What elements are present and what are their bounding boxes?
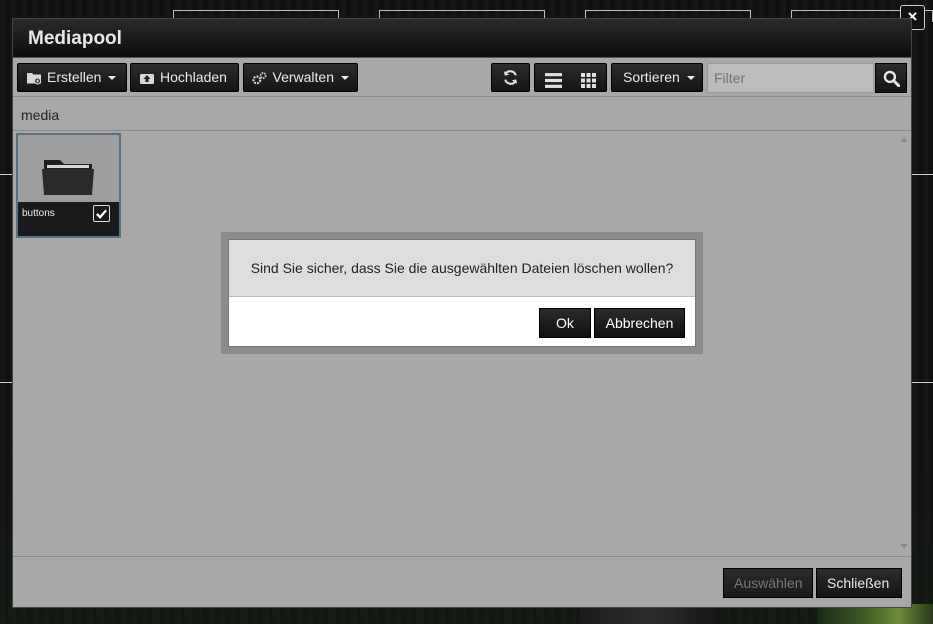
create-button[interactable]: Erstellen [17,63,127,92]
confirm-dialog-backdrop: Sind Sie sicher, dass Sie die ausgewählt… [221,232,703,354]
folder-icon [42,160,94,195]
manage-button[interactable]: Verwalten [243,63,358,92]
check-icon [96,209,107,219]
background-line [912,382,933,383]
confirm-message: Sind Sie sicher, dass Sie die ausgewählt… [229,240,695,297]
confirm-dialog: Sind Sie sicher, dass Sie die ausgewählt… [228,239,696,347]
scroll-down-arrow[interactable] [900,544,908,549]
filter-input[interactable] [707,63,874,93]
create-label: Erstellen [47,69,102,85]
gears-icon [252,71,267,84]
chevron-down-icon [108,75,117,80]
ok-button[interactable]: Ok [539,308,591,338]
select-button[interactable]: Auswählen [723,568,813,598]
folder-name: buttons [22,208,55,219]
list-view-button[interactable] [545,70,562,97]
grid-view-button[interactable] [581,70,596,97]
background-line [0,174,12,175]
upload-label: Hochladen [160,69,227,85]
grid-view-icon [581,73,596,88]
scroll-up-arrow[interactable] [900,137,908,142]
close-button[interactable]: Schließen [816,568,902,598]
search-icon [883,70,900,87]
scrollbar[interactable] [897,131,911,555]
toolbar: Erstellen Hochladen Verwalten Sortieren … [13,59,911,97]
divider [13,556,911,557]
search-button[interactable] [875,63,907,93]
folder-tile[interactable]: buttons [16,133,121,238]
sort-button[interactable]: Sortieren [611,63,703,92]
dialog-title: Mediapool [28,28,122,49]
breadcrumb[interactable]: media [21,107,59,123]
upload-icon [140,73,154,84]
refresh-button[interactable] [491,63,530,92]
chevron-down-icon [341,75,349,80]
list-view-icon [545,73,562,88]
chevron-down-icon [686,75,695,80]
selection-checkbox[interactable] [93,205,110,222]
folder-plus-icon [27,72,41,84]
sort-label: Sortieren [623,69,680,85]
background-line [0,382,12,383]
background-image [580,606,720,624]
background-line [912,174,933,175]
manage-label: Verwalten [272,69,334,85]
tile-footer: buttons [18,202,119,236]
cancel-button[interactable]: Abbrechen [594,308,685,338]
refresh-icon [503,70,518,85]
dialog-header: Mediapool [13,19,911,58]
upload-button[interactable]: Hochladen [130,63,239,92]
view-toggle-group [534,63,607,92]
